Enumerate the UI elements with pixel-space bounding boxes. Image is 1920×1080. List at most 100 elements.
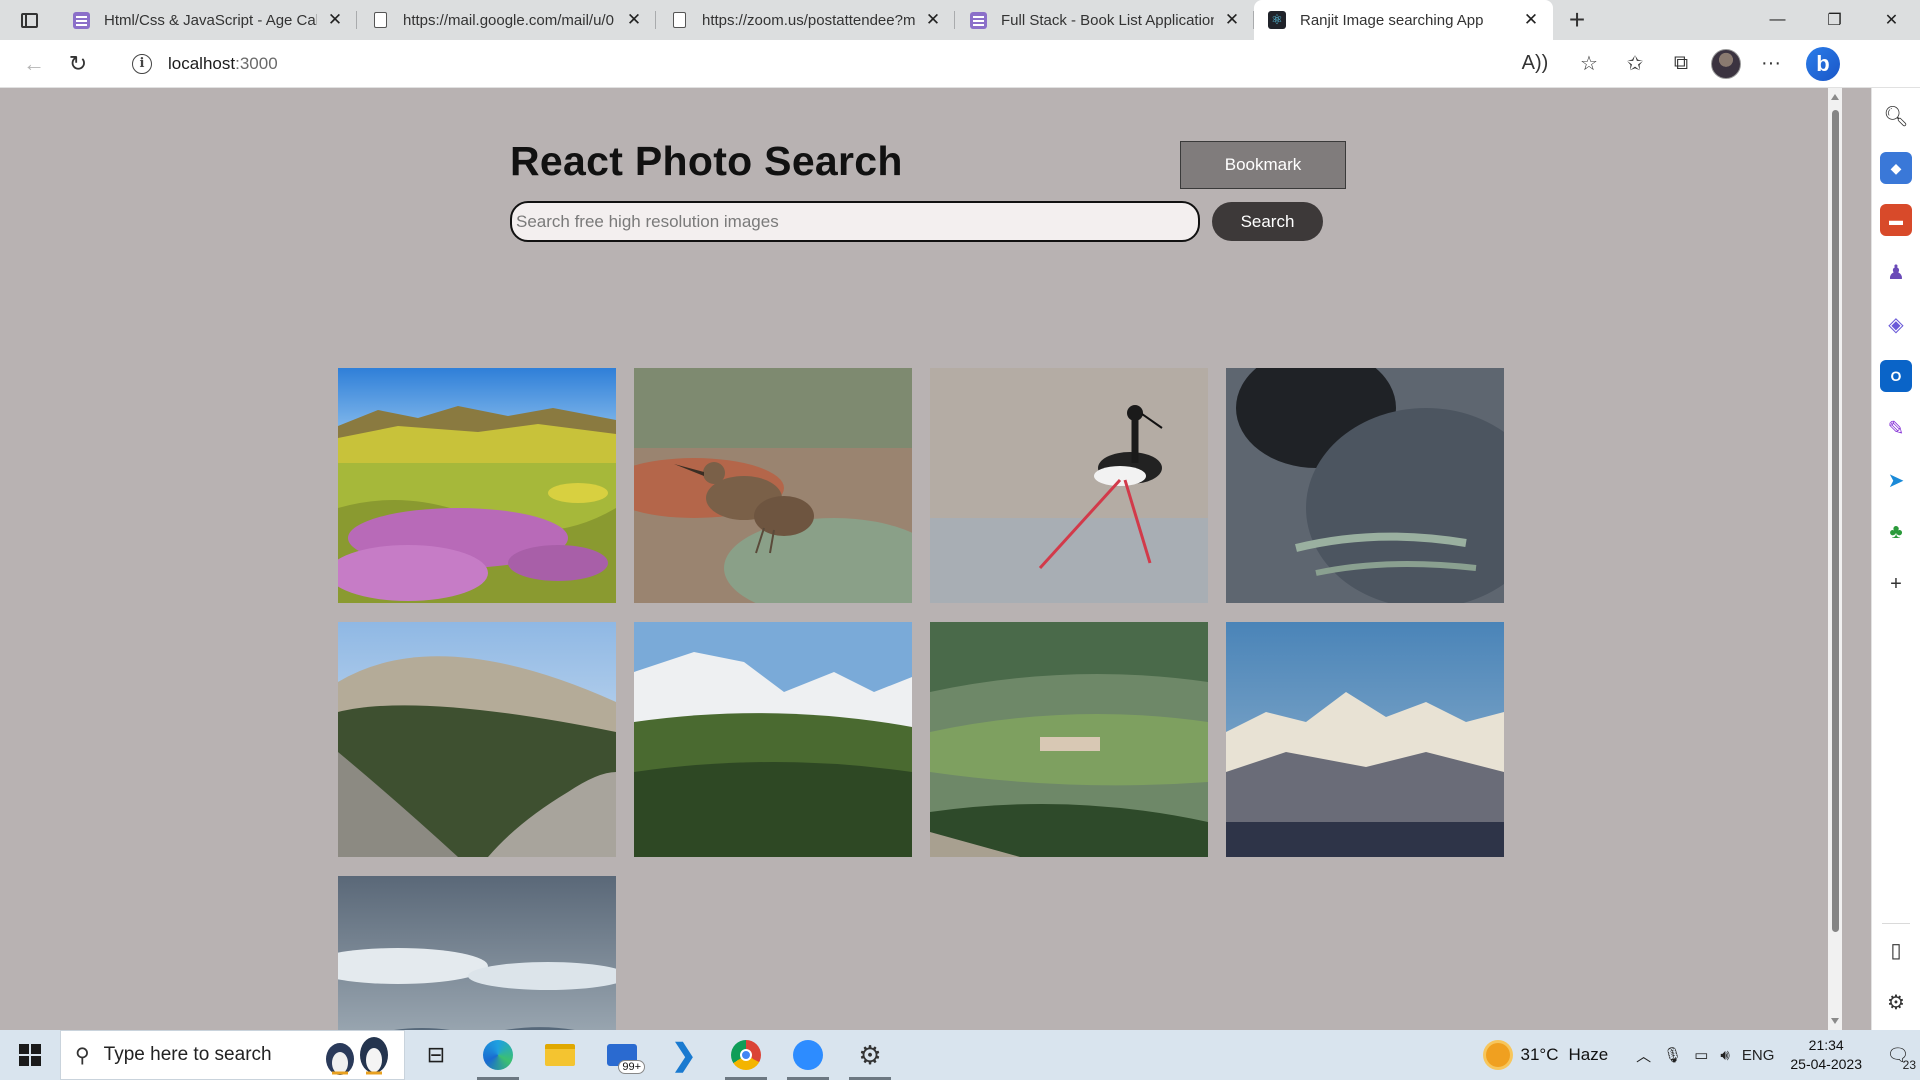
search-input[interactable] bbox=[510, 201, 1200, 242]
weather-widget[interactable]: 31°C Haze bbox=[1486, 1043, 1608, 1067]
document-icon bbox=[670, 11, 688, 29]
tab-strip: Html/Css & JavaScript - Age Calc ✕ https… bbox=[0, 0, 1920, 40]
photo-tile[interactable] bbox=[634, 622, 912, 857]
scroll-down-icon[interactable] bbox=[1831, 1018, 1839, 1024]
info-icon[interactable]: i bbox=[132, 53, 152, 74]
react-icon: ⚛ bbox=[1268, 11, 1286, 29]
photo-grid bbox=[338, 368, 1508, 1030]
tab-image-search[interactable]: ⚛ Ranjit Image searching App ✕ bbox=[1254, 0, 1553, 40]
language-indicator[interactable]: ENG bbox=[1742, 1047, 1775, 1064]
designer-icon[interactable]: ✎ bbox=[1880, 412, 1912, 444]
close-icon[interactable]: ✕ bbox=[325, 10, 345, 30]
page-title: React Photo Search bbox=[510, 138, 903, 184]
notifications-button[interactable]: 🗨︎ 23 bbox=[1876, 1030, 1920, 1080]
taskbar-search-placeholder: Type here to search bbox=[103, 1044, 272, 1065]
tab-actions-button[interactable] bbox=[0, 0, 58, 40]
photo-tile[interactable] bbox=[338, 876, 616, 1030]
settings-icon[interactable]: ⚙ bbox=[839, 1030, 901, 1080]
penguins-icon bbox=[326, 1037, 388, 1075]
scroll-thumb[interactable] bbox=[1832, 110, 1839, 932]
taskbar-search[interactable]: ⚲ Type here to search bbox=[60, 1030, 405, 1080]
close-icon[interactable]: ✕ bbox=[1222, 10, 1242, 30]
notification-count: 23 bbox=[1902, 1058, 1916, 1072]
clock[interactable]: 21:34 25-04-2023 bbox=[1790, 1036, 1862, 1074]
tab-actions-icon bbox=[20, 12, 38, 28]
weather-desc: Haze bbox=[1568, 1045, 1609, 1064]
tools-icon[interactable]: ▬ bbox=[1880, 204, 1912, 236]
back-icon[interactable]: ← bbox=[12, 46, 56, 82]
search-icon: ⚲ bbox=[75, 1044, 90, 1067]
start-button[interactable] bbox=[0, 1030, 60, 1080]
games-icon[interactable]: ♟ bbox=[1880, 256, 1912, 288]
tab-title: Html/Css & JavaScript - Age Calc bbox=[104, 11, 317, 29]
microsoft-365-icon[interactable]: ◈ bbox=[1880, 308, 1912, 340]
clock-date: 25-04-2023 bbox=[1790, 1056, 1862, 1072]
scroll-up-icon[interactable] bbox=[1831, 94, 1839, 100]
photo-tile[interactable] bbox=[930, 368, 1208, 603]
tray-icons: ︿ 🎙︎ ▭ 🔊︎ ENG bbox=[1636, 1045, 1774, 1066]
tab-title: Ranjit Image searching App bbox=[1300, 11, 1484, 29]
page-viewport: React Photo Search Bookmark Search bbox=[0, 88, 1828, 1030]
refresh-icon[interactable]: ↻ bbox=[56, 46, 100, 82]
mail-badge: 99+ bbox=[618, 1060, 645, 1074]
outlook-icon[interactable]: O bbox=[1880, 360, 1912, 392]
search-button[interactable]: Search bbox=[1212, 202, 1323, 241]
photo-tile[interactable] bbox=[634, 368, 912, 603]
task-view-icon[interactable]: ⊟ bbox=[405, 1030, 467, 1080]
photo-tile[interactable] bbox=[1226, 368, 1504, 603]
favorites-icon[interactable]: ✩ bbox=[1619, 48, 1651, 80]
zoom-icon[interactable] bbox=[777, 1030, 839, 1080]
search-icon[interactable]: 🔍︎ bbox=[1880, 100, 1912, 132]
photo-tile[interactable] bbox=[1226, 622, 1504, 857]
collections-icon[interactable]: ⧉ bbox=[1665, 48, 1697, 80]
new-tab-button[interactable]: + bbox=[1553, 0, 1601, 40]
chevron-up-icon[interactable]: ︿ bbox=[1636, 1045, 1651, 1066]
more-icon[interactable]: ··· bbox=[1755, 48, 1787, 80]
close-icon[interactable]: ✕ bbox=[923, 10, 943, 30]
window-controls: — ❐ ✕ bbox=[1749, 0, 1920, 40]
tab-title: Full Stack - Book List Application bbox=[1001, 11, 1214, 29]
split-screen-icon[interactable]: ▯ bbox=[1880, 934, 1912, 966]
chrome-icon[interactable] bbox=[715, 1030, 777, 1080]
mail-icon[interactable]: 99+ bbox=[591, 1030, 653, 1080]
avatar[interactable] bbox=[1711, 48, 1741, 79]
list-icon bbox=[969, 11, 987, 29]
photo-tile[interactable] bbox=[930, 622, 1208, 857]
page-scrollbar[interactable] bbox=[1828, 88, 1842, 1030]
tab-book-list[interactable]: Full Stack - Book List Application ✕ bbox=[955, 0, 1254, 40]
bookmark-button[interactable]: Bookmark bbox=[1180, 141, 1346, 189]
weather-temp: 31°C bbox=[1520, 1045, 1559, 1064]
settings-icon[interactable]: ⚙ bbox=[1880, 986, 1912, 1018]
minimize-icon[interactable]: — bbox=[1749, 0, 1806, 40]
battery-icon[interactable]: ▭ bbox=[1694, 1046, 1708, 1064]
clock-time: 21:34 bbox=[1808, 1037, 1844, 1053]
close-window-icon[interactable]: ✕ bbox=[1863, 0, 1920, 40]
microphone-icon[interactable]: 🎙︎ bbox=[1663, 1046, 1682, 1064]
send-icon[interactable]: ➤ bbox=[1880, 464, 1912, 496]
tab-age-calc[interactable]: Html/Css & JavaScript - Age Calc ✕ bbox=[58, 0, 357, 40]
add-icon[interactable]: + bbox=[1880, 568, 1912, 600]
shopping-tag-icon[interactable]: ◆ bbox=[1880, 152, 1912, 184]
file-explorer-icon[interactable] bbox=[529, 1030, 591, 1080]
close-icon[interactable]: ✕ bbox=[1521, 10, 1541, 30]
read-aloud-icon[interactable]: A)) bbox=[1519, 48, 1551, 80]
close-icon[interactable]: ✕ bbox=[624, 10, 644, 30]
document-icon bbox=[371, 11, 389, 29]
volume-icon[interactable]: 🔊︎ bbox=[1720, 1047, 1729, 1064]
restore-icon[interactable]: ❐ bbox=[1806, 0, 1863, 40]
tab-zoom[interactable]: https://zoom.us/postattendee?m ✕ bbox=[656, 0, 955, 40]
vscode-icon[interactable]: ❯ bbox=[653, 1030, 715, 1080]
add-favorite-icon[interactable]: ☆ bbox=[1573, 48, 1605, 80]
photo-tile[interactable] bbox=[338, 368, 616, 603]
tab-gmail[interactable]: https://mail.google.com/mail/u/0 ✕ bbox=[357, 0, 656, 40]
tree-icon[interactable]: ♣ bbox=[1880, 516, 1912, 548]
bing-chat-button[interactable]: b bbox=[1801, 42, 1845, 86]
list-icon bbox=[72, 11, 90, 29]
photo-tile[interactable] bbox=[338, 622, 616, 857]
bing-icon: b bbox=[1806, 46, 1840, 81]
edge-icon[interactable] bbox=[467, 1030, 529, 1080]
address-bar[interactable]: i localhost:3000 A)) ☆ bbox=[120, 44, 1615, 83]
tab-title: https://mail.google.com/mail/u/0 bbox=[403, 11, 614, 29]
taskbar: ⚲ Type here to search ⊟ 99+ ❯ ⚙ 31°C Haz… bbox=[0, 1030, 1920, 1080]
system-tray: 31°C Haze ︿ 🎙︎ ▭ 🔊︎ ENG 21:34 25-04-2023… bbox=[1486, 1030, 1920, 1080]
